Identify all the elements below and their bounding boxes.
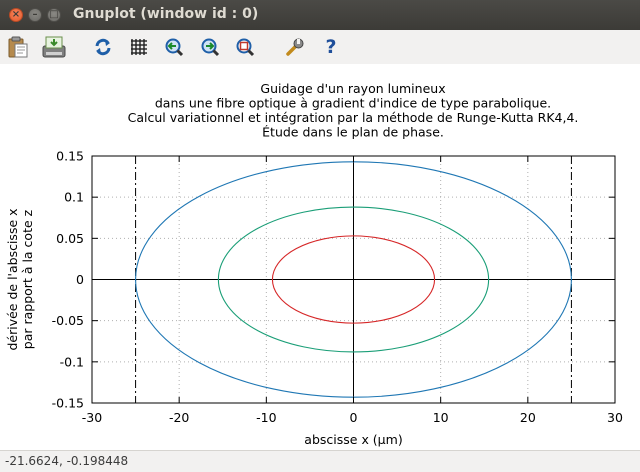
settings-button[interactable] [282, 34, 308, 60]
y-tick-label: 0.15 [56, 149, 84, 164]
grid-toggle-button[interactable] [126, 34, 152, 60]
chart-title-line: Calcul variationnel et intégration par l… [128, 110, 579, 125]
replot-button[interactable] [90, 34, 116, 60]
minimize-icon: – [32, 9, 38, 20]
close-icon: × [11, 9, 21, 20]
maximize-icon: □ [49, 9, 59, 20]
autoscale-icon [236, 38, 255, 57]
chart: Guidage d'un rayon lumineuxdans une fibr… [5, 81, 623, 447]
previous-zoom-button[interactable] [161, 34, 187, 60]
y-tick-label: 0.05 [56, 231, 84, 246]
y-tick-label: 0 [76, 272, 84, 287]
print-icon [42, 36, 66, 58]
maximize-window-button[interactable]: □ [47, 8, 61, 22]
next-zoom-button[interactable] [197, 34, 223, 60]
y-tick-label: -0.05 [52, 313, 84, 328]
x-tick-label: 30 [607, 410, 623, 425]
chart-title-line: Guidage d'un rayon lumineux [260, 81, 445, 96]
minimize-window-button[interactable]: – [28, 8, 42, 22]
y-axis-label-line: par rapport à la cote z [20, 209, 35, 349]
y-tick-label: -0.1 [60, 354, 84, 369]
x-tick-label: 20 [520, 410, 536, 425]
x-tick-label: -20 [169, 410, 189, 425]
grid-icon [131, 39, 147, 55]
copy-to-clipboard-button[interactable] [5, 34, 31, 60]
x-tick-label: 0 [350, 410, 358, 425]
x-tick-label: 10 [433, 410, 449, 425]
replot-icon [95, 38, 111, 56]
next-zoom-icon [201, 38, 220, 57]
window-titlebar[interactable]: × – □ Gnuplot (window id : 0) [0, 0, 640, 30]
x-axis-label: abscisse x (µm) [304, 432, 402, 447]
help-icon: ? [325, 36, 337, 58]
print-button[interactable] [41, 34, 67, 60]
toolbar: ? [0, 30, 640, 64]
y-tick-label: -0.15 [52, 396, 84, 411]
chart-title-line: Étude dans le plan de phase. [262, 125, 444, 140]
y-axis-label-line: dérivée de l'abscisse x [5, 208, 20, 350]
close-window-button[interactable]: × [9, 8, 23, 22]
y-tick-label: 0.1 [64, 190, 84, 205]
cursor-coordinates: -21.6624, -0.198448 [5, 454, 129, 468]
window-title: Gnuplot (window id : 0) [73, 6, 259, 22]
autoscale-button[interactable] [232, 34, 258, 60]
chart-title-line: dans une fibre optique à gradient d'indi… [155, 96, 551, 111]
copy-to-clipboard-icon [8, 36, 28, 58]
x-tick-label: -30 [82, 410, 102, 425]
settings-icon [286, 38, 304, 56]
plot-area[interactable]: Guidage d'un rayon lumineux dans une fibr… [0, 64, 640, 450]
help-button[interactable]: ? [318, 34, 344, 60]
x-tick-label: -10 [256, 410, 276, 425]
status-bar: -21.6624, -0.198448 [0, 450, 640, 472]
previous-zoom-icon [165, 38, 184, 57]
